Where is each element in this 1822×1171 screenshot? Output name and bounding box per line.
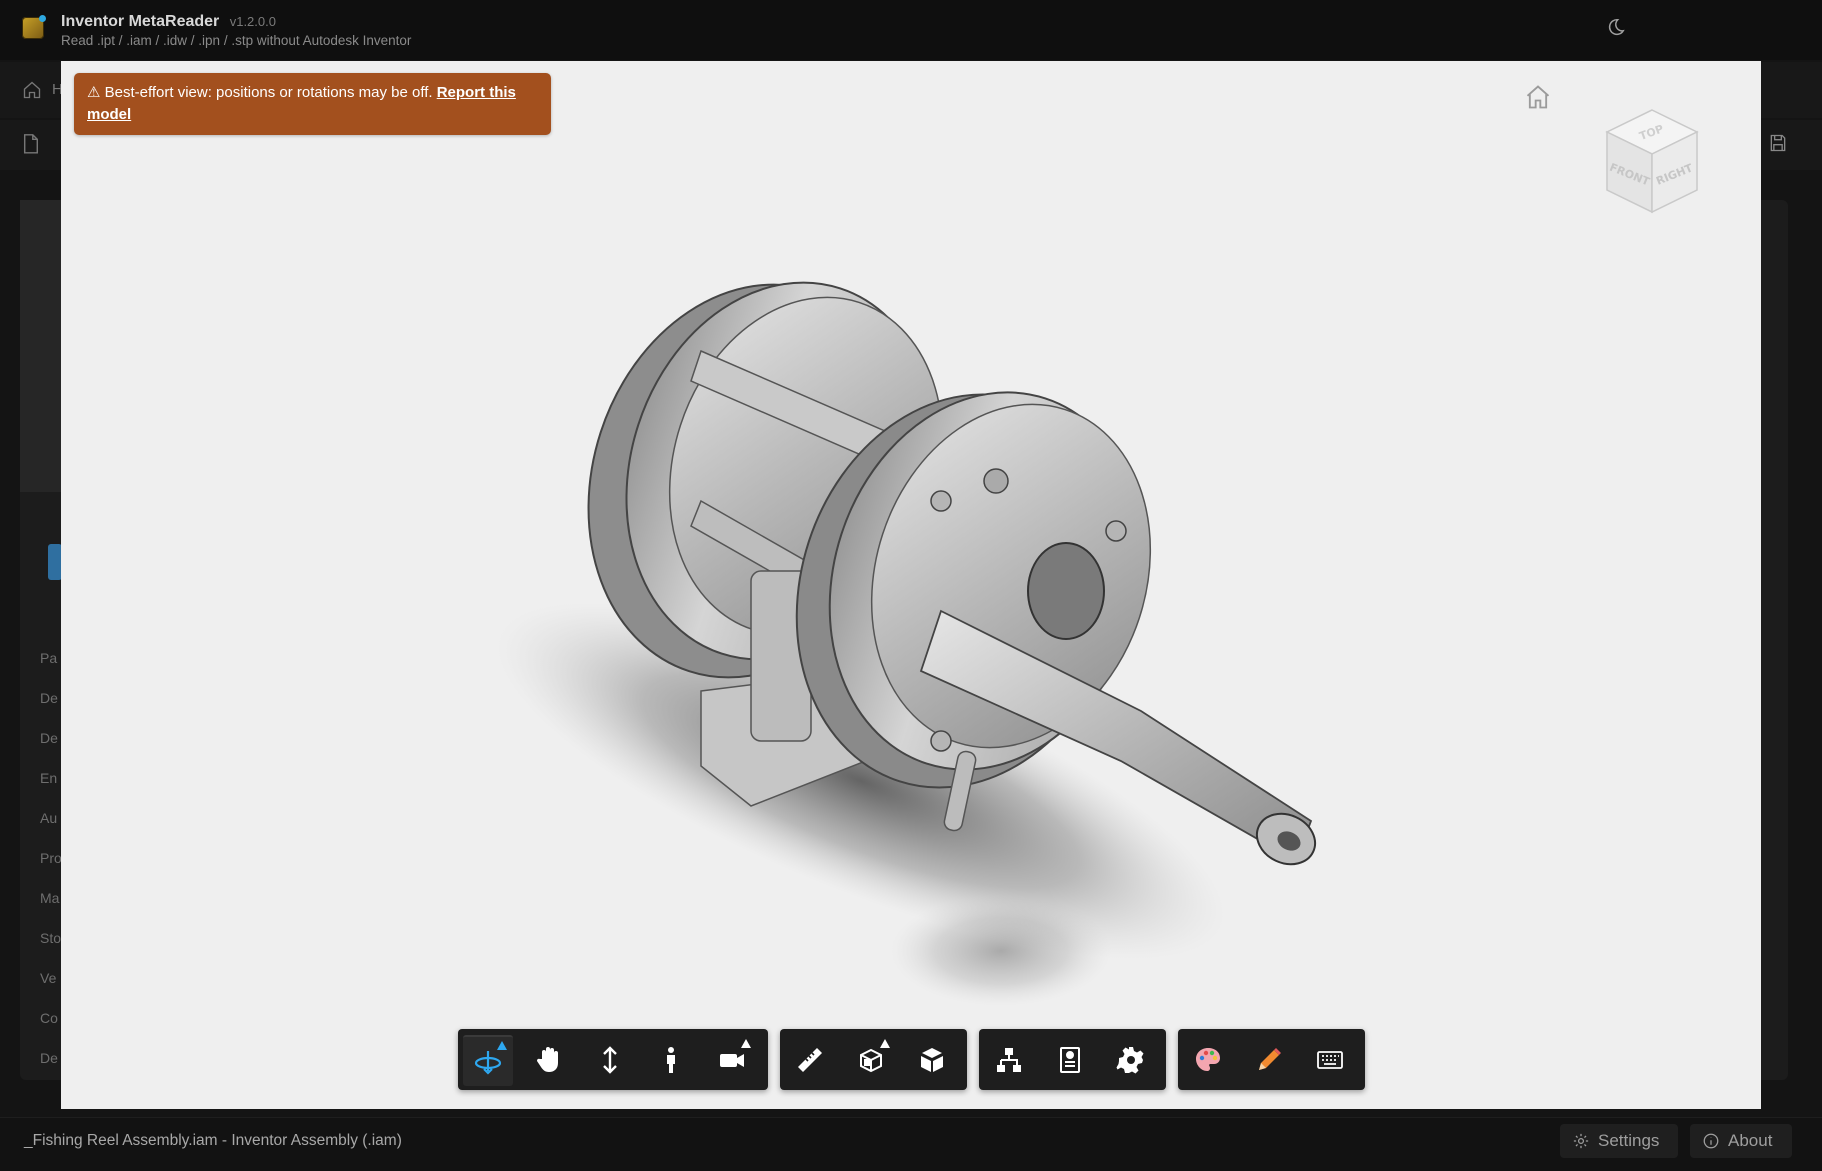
walk-icon (667, 1046, 675, 1073)
model-browser-icon (997, 1047, 1021, 1072)
info-icon (1703, 1133, 1719, 1149)
camera-icon (720, 1053, 744, 1067)
toolbar-browser-group (979, 1029, 1166, 1090)
settings-icon (1116, 1046, 1144, 1073)
background-home-icon (22, 80, 42, 100)
viewcube[interactable]: TOP FRONT RIGHT (1597, 106, 1707, 224)
background-file-chip (48, 544, 62, 580)
knurled-hub (1027, 542, 1105, 640)
orbit-tool-button[interactable] (463, 1035, 513, 1086)
screw (930, 490, 952, 512)
app-logo-icon (22, 15, 46, 39)
settings-label: Settings (1598, 1131, 1660, 1150)
reset-view-home-icon[interactable] (1524, 83, 1552, 111)
orbit-dropdown-indicator (497, 1041, 507, 1050)
background-sidebar-item: Co (40, 1010, 58, 1026)
explode-tool-button[interactable] (907, 1035, 957, 1084)
properties-icon (1060, 1046, 1080, 1073)
camera-dropdown-indicator (741, 1039, 751, 1048)
theme-toggle-moon-icon[interactable] (1604, 17, 1626, 39)
toolbar-appearance-group (1178, 1029, 1365, 1090)
screw (983, 468, 1009, 494)
section-dropdown-indicator (880, 1039, 890, 1048)
keyboard-shortcuts-button[interactable] (1305, 1035, 1355, 1084)
background-save-icon (1768, 133, 1788, 153)
gear-icon (1573, 1133, 1589, 1149)
app-title: Inventor MetaReader v1.2.0.0 (61, 13, 276, 31)
model-shadow-soft (891, 896, 1111, 1006)
fishing-reel-3d-model[interactable] (61, 61, 1761, 1109)
camera-tool-button[interactable] (707, 1035, 757, 1084)
model-viewer[interactable]: ⚠ Best-effort view: positions or rotatio… (61, 61, 1761, 1109)
screw (1105, 520, 1127, 542)
palette-icon (1196, 1047, 1220, 1071)
pan-tool-button[interactable] (524, 1035, 574, 1084)
background-sidebar-item: Ve (40, 970, 57, 986)
status-file-name: _Fishing Reel Assembly.iam - Inventor As… (24, 1132, 402, 1149)
appearance-button[interactable] (1183, 1035, 1233, 1084)
section-icon (860, 1048, 882, 1072)
app-subtitle: Read .ipt / .iam / .idw / .ipn / .stp wi… (61, 33, 412, 48)
section-tool-button[interactable] (846, 1035, 896, 1084)
pan-icon (536, 1046, 558, 1072)
warning-text: ⚠ Best-effort view: positions or rotatio… (87, 84, 437, 101)
orbit-icon (474, 1050, 502, 1075)
measure-icon (798, 1047, 822, 1072)
viewer-settings-button[interactable] (1106, 1035, 1156, 1084)
about-button[interactable]: About (1690, 1124, 1792, 1158)
zoom-icon (603, 1045, 617, 1074)
walk-tool-button[interactable] (646, 1035, 696, 1084)
background-sidebar-item: Ma (40, 890, 60, 906)
markup-button[interactable] (1244, 1035, 1294, 1084)
toolbar-inspect-group (780, 1029, 967, 1090)
background-file-icon (22, 133, 40, 154)
background-sidebar-item: De (40, 730, 58, 746)
model-browser-button[interactable] (984, 1035, 1034, 1084)
background-sidebar-item: Pro (40, 850, 62, 866)
app-version: v1.2.0.0 (229, 14, 276, 29)
screw (930, 730, 952, 752)
keyboard-icon (1317, 1050, 1343, 1069)
about-label: About (1728, 1131, 1773, 1150)
markup-pencil-icon (1259, 1047, 1281, 1070)
background-sidebar-item: En (40, 770, 58, 786)
zoom-tool-button[interactable] (585, 1035, 635, 1084)
background-sidebar-item: Pa (40, 650, 58, 666)
background-sidebar-item: Au (40, 810, 58, 826)
best-effort-warning-banner: ⚠ Best-effort view: positions or rotatio… (74, 73, 551, 135)
settings-button[interactable]: Settings (1560, 1124, 1678, 1158)
background-thumbnail (20, 200, 65, 492)
background-sidebar-item: De (40, 690, 58, 706)
background-sidebar-item: De (40, 1050, 58, 1066)
explode-icon (921, 1047, 943, 1072)
background-sidebar-item: Sto (40, 930, 62, 946)
toolbar-navigation-group (458, 1029, 768, 1090)
measure-tool-button[interactable] (785, 1035, 835, 1084)
app-name: Inventor MetaReader (61, 13, 220, 30)
properties-button[interactable] (1045, 1035, 1095, 1084)
